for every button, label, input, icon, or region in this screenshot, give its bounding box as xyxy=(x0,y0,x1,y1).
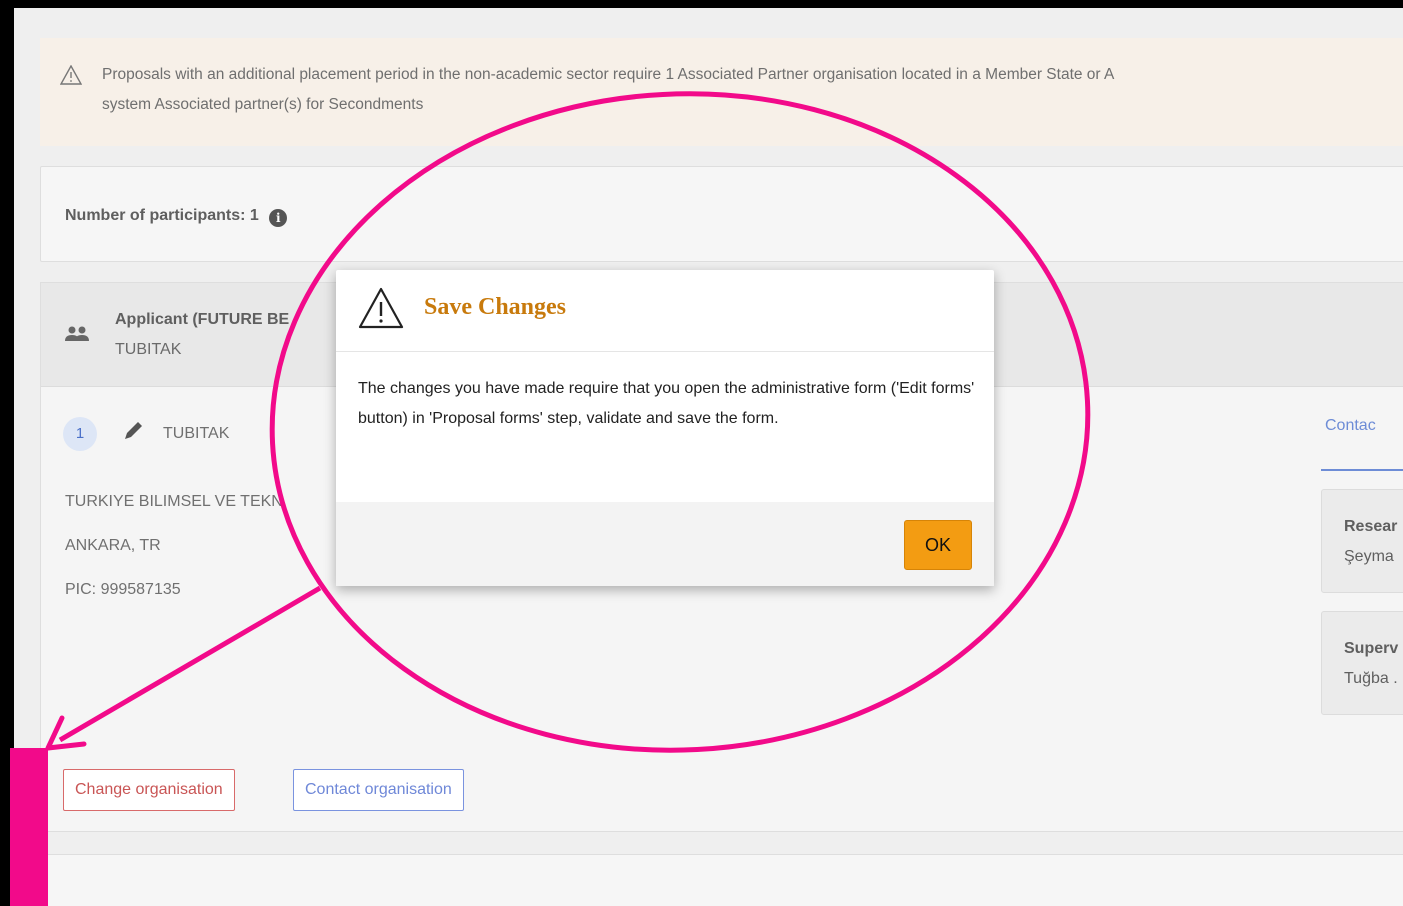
contact-card-researcher[interactable]: Resear Şeyma xyxy=(1321,489,1403,593)
org-pic: PIC: 999587135 xyxy=(65,581,181,598)
info-icon[interactable]: i xyxy=(269,209,288,227)
contact-organisation-button[interactable]: Contact organisation xyxy=(293,769,464,811)
dialog-title: Save Changes xyxy=(424,294,567,320)
participants-card: Number of participants: 1 i xyxy=(40,166,1403,262)
contact-role: Resear xyxy=(1344,518,1398,535)
applicant-title: Applicant (FUTURE BE xyxy=(115,311,290,328)
org-location: ANKARA, TR xyxy=(65,537,161,554)
banner-line-2: system Associated partner(s) for Secondm… xyxy=(102,96,424,113)
tab-underline xyxy=(1321,469,1403,471)
warning-icon xyxy=(60,65,82,85)
bottom-card xyxy=(40,854,1403,906)
dialog-footer: OK xyxy=(336,502,994,586)
contact-name: Şeyma xyxy=(1344,548,1394,565)
highlight-bar xyxy=(10,748,48,906)
change-organisation-button[interactable]: Change organisation xyxy=(63,769,235,811)
banner-line-1: Proposals with an additional placement p… xyxy=(102,66,1115,83)
save-changes-dialog: Save Changes The changes you have made r… xyxy=(336,270,994,586)
dialog-header: Save Changes xyxy=(336,270,994,352)
contact-name: Tuğba . xyxy=(1344,670,1398,687)
participants-label: Number of participants: 1 xyxy=(65,207,259,224)
participant-number-badge: 1 xyxy=(63,417,97,451)
tab-contacts[interactable]: Contac xyxy=(1325,417,1376,435)
org-short-name: TUBITAK xyxy=(163,425,230,442)
pencil-icon[interactable] xyxy=(121,419,145,443)
dialog-message: The changes you have made require that y… xyxy=(358,380,975,427)
warning-banner: Proposals with an additional placement p… xyxy=(40,38,1403,146)
contact-card-supervisor[interactable]: Superv Tuğba . xyxy=(1321,611,1403,715)
warning-icon xyxy=(358,287,404,329)
ok-button[interactable]: OK xyxy=(904,520,972,570)
applicant-subtitle: TUBITAK xyxy=(115,341,182,358)
participants-count: Number of participants: 1 i xyxy=(65,207,288,227)
org-full-name: TURKIYE BILIMSEL VE TEKN xyxy=(65,493,283,510)
contact-role: Superv xyxy=(1344,640,1399,657)
people-icon xyxy=(65,326,89,341)
